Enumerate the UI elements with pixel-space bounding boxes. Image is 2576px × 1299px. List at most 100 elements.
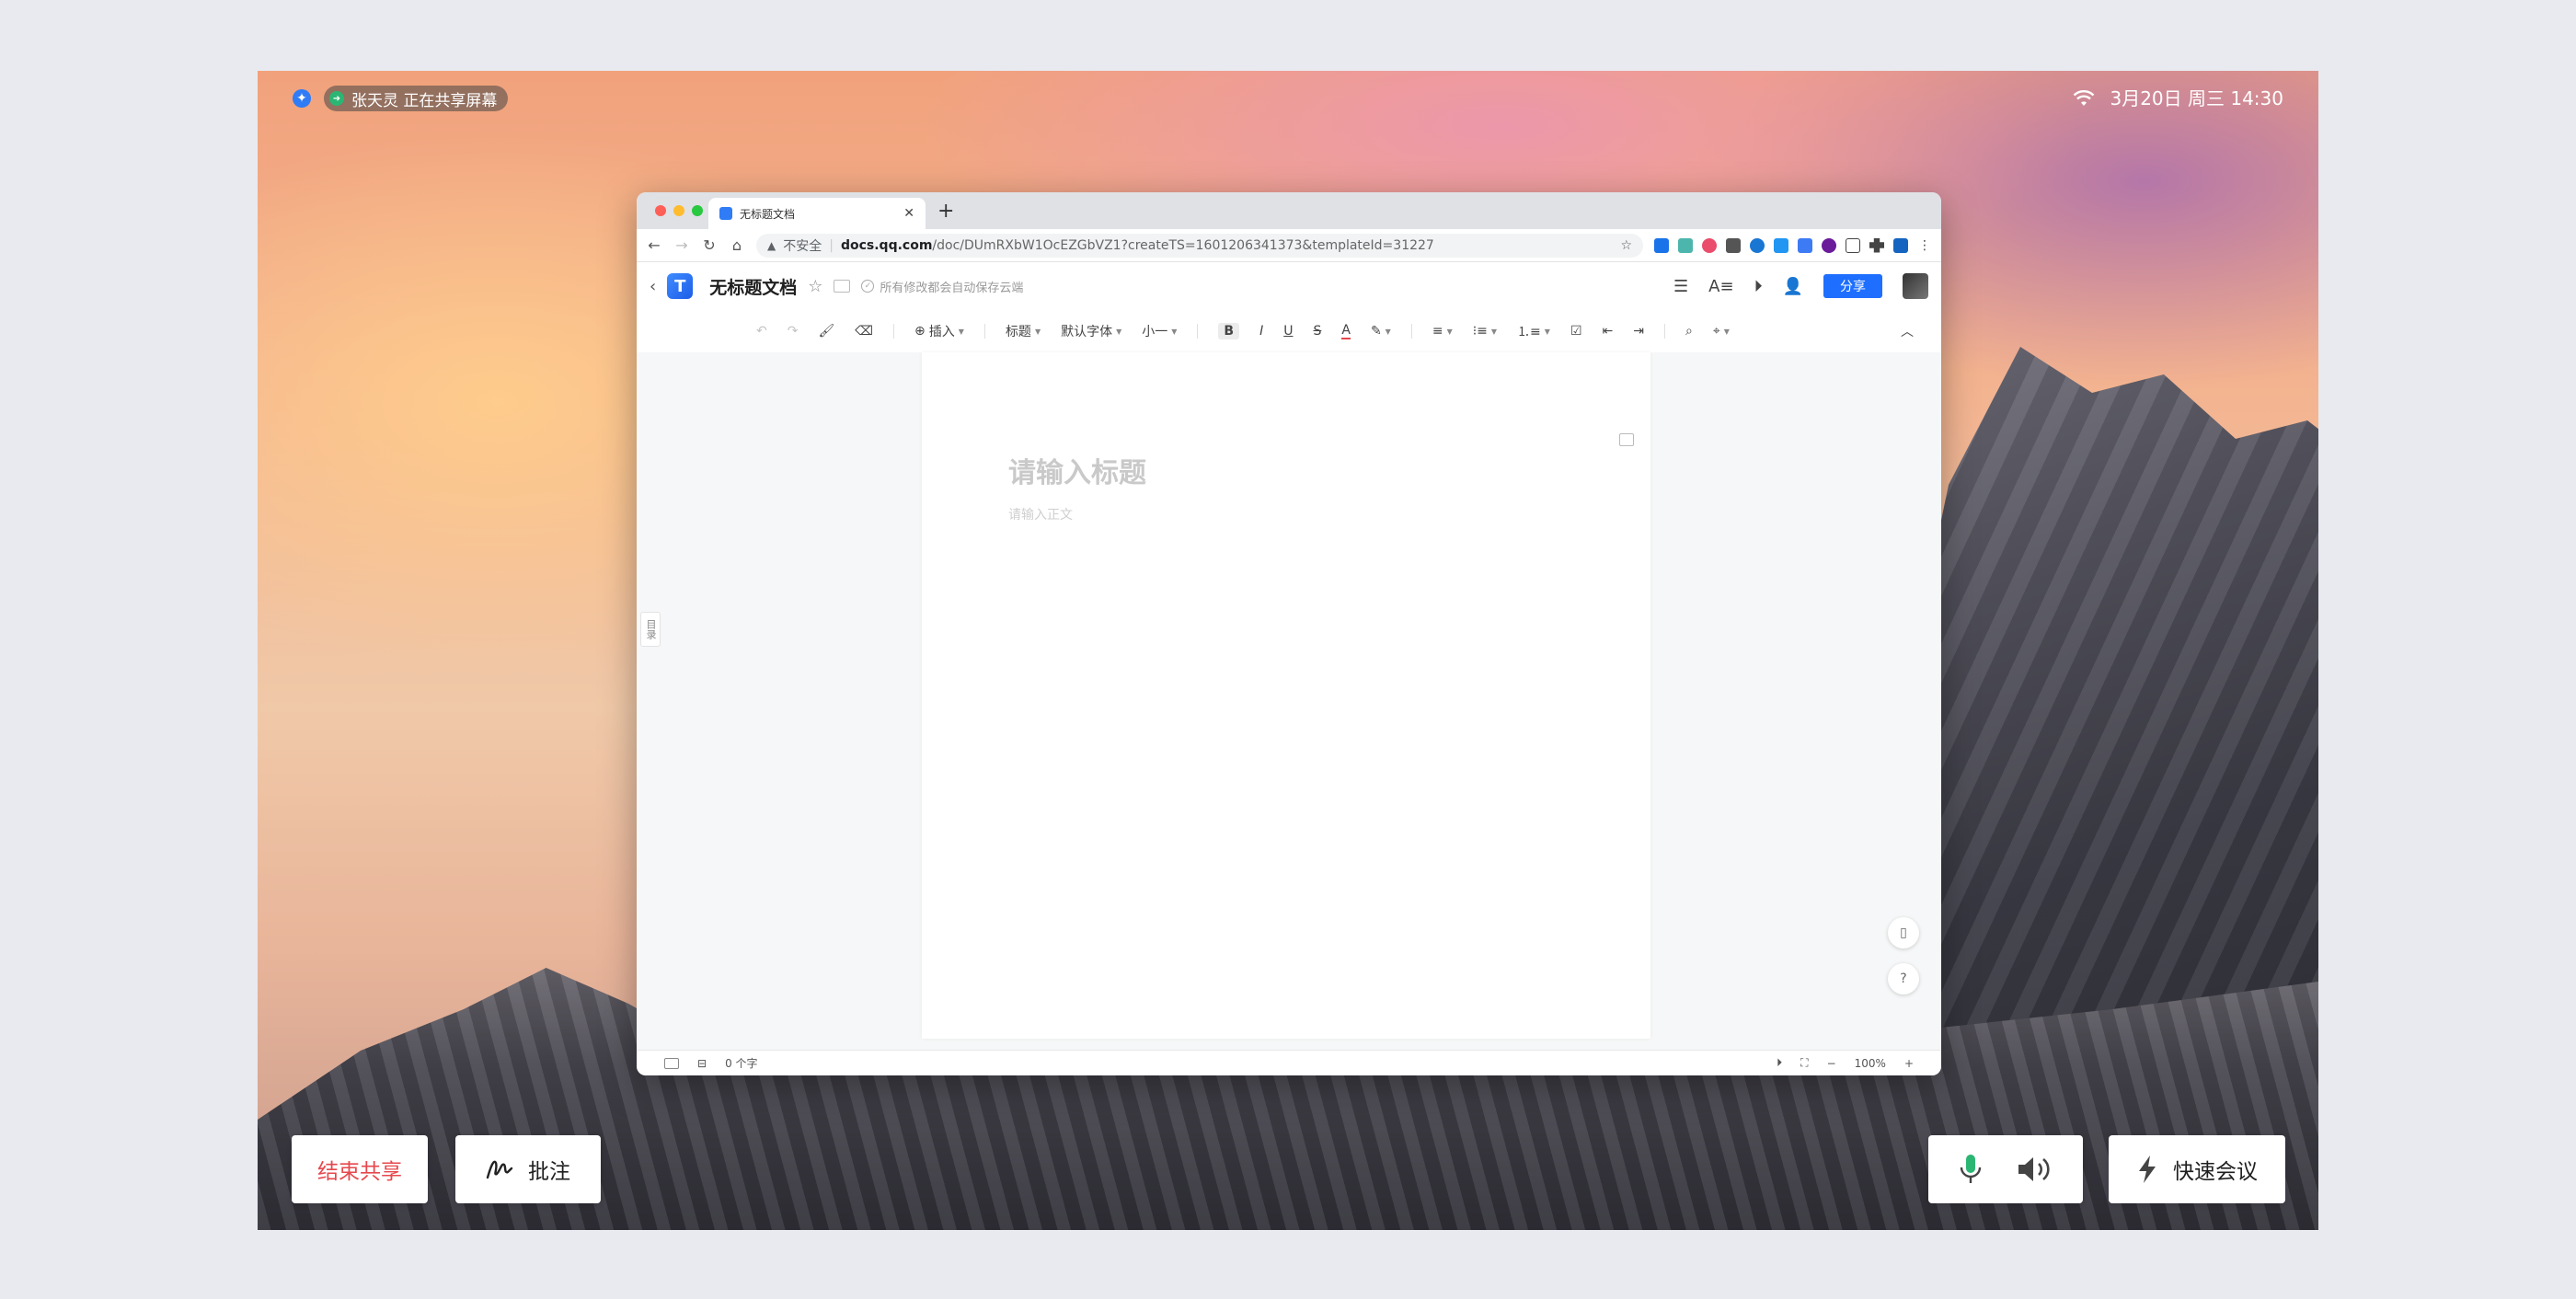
- extensions-puzzle-icon[interactable]: [1869, 237, 1884, 253]
- zoom-level[interactable]: 100%: [1855, 1057, 1886, 1070]
- numbered-list-icon[interactable]: ⒈≡ ▼: [1517, 322, 1550, 340]
- bookmark-star-icon[interactable]: ☆: [1620, 238, 1632, 253]
- new-tab-button[interactable]: +: [937, 200, 954, 223]
- quick-meeting-button[interactable]: 快速会议: [2109, 1135, 2285, 1203]
- fullscreen-icon[interactable]: ⛶: [1800, 1056, 1808, 1070]
- location-pin-icon[interactable]: ⌖ ▼: [1713, 324, 1730, 339]
- menu-lines-icon[interactable]: ☰: [1673, 277, 1688, 296]
- presenter-status-text: 张天灵 正在共享屏幕: [351, 91, 498, 110]
- extension-docs-icon[interactable]: [1774, 237, 1788, 253]
- annotate-button[interactable]: 批注: [455, 1135, 601, 1203]
- favorite-star-icon[interactable]: ☆: [808, 277, 822, 296]
- browser-menu-icon[interactable]: ⋮: [1917, 238, 1932, 253]
- browser-window: 无标题文档 ✕ + ← → ↻ ⌂ ▲ 不安全 | docs.qq.com/do…: [637, 192, 1941, 1075]
- insert-menu[interactable]: ⊕ 插入 ▼: [914, 322, 964, 340]
- tab-strip: 无标题文档 ✕ +: [637, 192, 1941, 229]
- minimize-window-button[interactable]: [673, 205, 684, 216]
- extension-v-icon[interactable]: [1654, 237, 1669, 253]
- window-controls: [655, 205, 703, 216]
- reload-icon[interactable]: ↻: [701, 236, 718, 254]
- datetime: 3月20日 周三 14:30: [2110, 87, 2283, 109]
- maximize-window-button[interactable]: [692, 205, 703, 216]
- collapse-toolbar-chevron-icon[interactable]: ︿: [1901, 322, 1914, 340]
- text-style-icon[interactable]: A≡: [1708, 277, 1733, 296]
- security-label: 不安全: [783, 238, 822, 254]
- save-status: ✓ 所有修改都会自动保存云端: [861, 278, 1023, 295]
- search-icon[interactable]: ⌕: [1685, 324, 1693, 339]
- audio-controls: [1928, 1135, 2083, 1203]
- present-play-icon[interactable]: ⏵: [1754, 277, 1763, 296]
- bold-button[interactable]: B: [1218, 323, 1240, 339]
- microphone-icon[interactable]: [1959, 1153, 1983, 1186]
- body-placeholder[interactable]: 请输入正文: [1008, 505, 1073, 523]
- extension-calendar-icon[interactable]: [1678, 237, 1693, 253]
- close-window-button[interactable]: [655, 205, 666, 216]
- doc-header-actions: ☰ A≡ ⏵ 👤 分享: [1673, 273, 1928, 299]
- browser-tab-active[interactable]: 无标题文档 ✕: [708, 198, 926, 229]
- doc-title[interactable]: 无标题文档: [709, 274, 797, 299]
- cloud-check-icon: ✓: [861, 280, 875, 293]
- quick-meeting-label: 快速会议: [2173, 1160, 2258, 1184]
- extension-layers-icon[interactable]: [1726, 237, 1741, 253]
- help-question-icon[interactable]: ?: [1888, 963, 1919, 994]
- italic-button[interactable]: I: [1259, 324, 1263, 339]
- heading-style-dropdown[interactable]: 标题 ▼: [1006, 322, 1041, 340]
- presenter-status-pill: ➜ 张天灵 正在共享屏幕: [324, 86, 509, 111]
- back-chevron-icon[interactable]: ‹: [650, 277, 656, 296]
- checklist-icon[interactable]: ☑: [1570, 324, 1582, 339]
- extension-translate-icon[interactable]: [1798, 237, 1812, 253]
- document-page[interactable]: 请输入标题 请输入正文: [922, 352, 1650, 1039]
- tencent-meeting-icon[interactable]: ✦: [293, 89, 311, 108]
- extension-tray-icon[interactable]: [1893, 237, 1908, 253]
- share-button[interactable]: 分享: [1823, 274, 1882, 298]
- strikethrough-button[interactable]: S: [1313, 324, 1321, 339]
- comment-icon[interactable]: [1619, 433, 1634, 446]
- sharing-arrow-icon: ➜: [329, 91, 344, 106]
- bullet-list-icon[interactable]: ⁝≡ ▼: [1473, 324, 1497, 339]
- clear-format-eraser-icon[interactable]: ⌫: [855, 324, 873, 339]
- title-placeholder[interactable]: 请输入标题: [1008, 450, 1146, 490]
- extension-c-icon[interactable]: [1750, 237, 1765, 253]
- stop-share-button[interactable]: 结束共享: [292, 1135, 428, 1203]
- align-icon[interactable]: ≡ ▼: [1432, 324, 1453, 339]
- font-color-button[interactable]: A: [1341, 323, 1351, 339]
- tencent-docs-logo-icon[interactable]: T: [667, 273, 694, 299]
- home-icon[interactable]: ⌂: [729, 236, 745, 254]
- word-count: 0 个字: [725, 1057, 758, 1070]
- redo-icon[interactable]: ↷: [788, 324, 799, 339]
- tab-title: 无标题文档: [740, 207, 796, 221]
- doc-status-bar: ⊟ 0 个字 ⏵ ⛶ − 100% +: [637, 1050, 1941, 1075]
- indent-decrease-icon[interactable]: ⇤: [1603, 324, 1614, 339]
- toc-toggle[interactable]: 目录: [640, 612, 661, 647]
- underline-button[interactable]: U: [1283, 324, 1293, 339]
- url-path: /doc/DUmRXbW1OcEZGbVZ1?createTS=16012063…: [932, 237, 1434, 253]
- annotate-pen-icon: [486, 1160, 513, 1179]
- url-input[interactable]: ▲ 不安全 | docs.qq.com/doc/DUmRXbW1OcEZGbVZ…: [756, 233, 1643, 258]
- undo-icon[interactable]: ↶: [756, 324, 767, 339]
- back-arrow-icon[interactable]: ←: [646, 236, 662, 254]
- address-bar-row: ← → ↻ ⌂ ▲ 不安全 | docs.qq.com/doc/DUmRXbW1…: [637, 229, 1941, 262]
- meeting-status-left: ✦ ➜ 张天灵 正在共享屏幕: [293, 86, 509, 111]
- forward-arrow-icon[interactable]: →: [673, 236, 690, 254]
- extension-capture-icon[interactable]: [1846, 237, 1860, 253]
- indent-increase-icon[interactable]: ⇥: [1633, 324, 1644, 339]
- zoom-out-icon[interactable]: −: [1827, 1057, 1836, 1070]
- close-tab-icon[interactable]: ✕: [903, 206, 914, 221]
- page-view-icon[interactable]: [664, 1057, 679, 1069]
- font-family-dropdown[interactable]: 默认字体 ▼: [1061, 322, 1121, 340]
- extension-pocket-icon[interactable]: [1702, 237, 1717, 253]
- insert-plus-icon: ⊕: [914, 324, 926, 339]
- format-painter-icon[interactable]: 🖌: [818, 324, 834, 339]
- extension-chat-icon[interactable]: [1822, 237, 1836, 253]
- add-collaborator-icon[interactable]: 👤: [1783, 277, 1803, 296]
- play-circle-icon[interactable]: ⏵: [1777, 1056, 1782, 1070]
- page-width-icon[interactable]: ⊟: [697, 1057, 707, 1070]
- format-toolbar: ↶ ↷ 🖌 ⌫ ⊕ 插入 ▼ 标题 ▼ 默认字体 ▼ 小一 ▼ B I U S A ✎ ▼ …: [637, 310, 1941, 352]
- user-avatar[interactable]: [1903, 273, 1928, 299]
- highlight-color-icon[interactable]: ✎ ▼: [1371, 324, 1391, 339]
- mobile-preview-icon[interactable]: ▯: [1888, 917, 1919, 948]
- folder-icon[interactable]: [834, 280, 851, 293]
- font-size-dropdown[interactable]: 小一 ▼: [1142, 322, 1177, 340]
- zoom-in-icon[interactable]: +: [1904, 1057, 1914, 1070]
- speaker-icon[interactable]: [2016, 1155, 2053, 1184]
